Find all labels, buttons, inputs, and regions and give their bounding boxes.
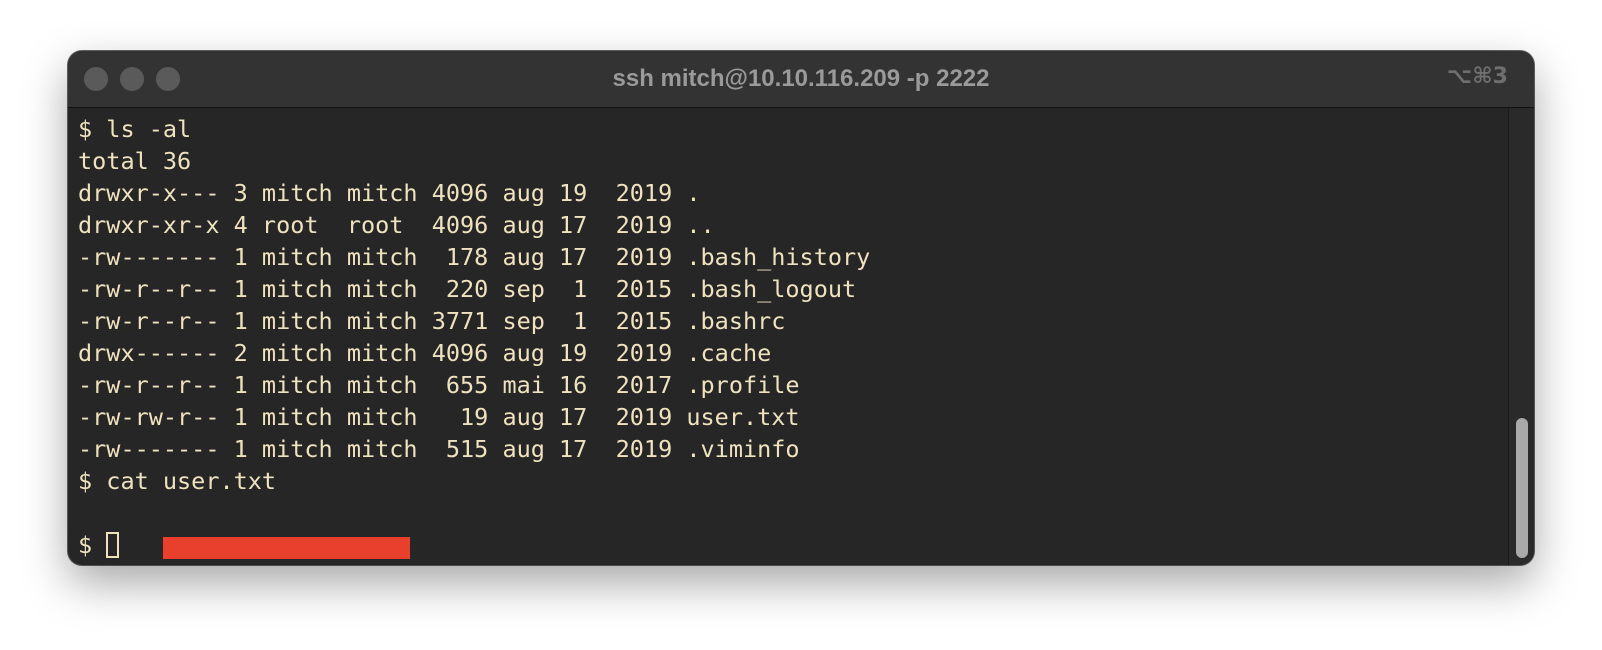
terminal-line: -rw------- 1 mitch mitch 178 aug 17 2019…	[78, 243, 871, 271]
scrollbar-thumb[interactable]	[1516, 418, 1528, 558]
cursor-block	[106, 532, 120, 558]
window-shortcut-label: ⌥⌘3	[1446, 64, 1508, 89]
redacted-line	[78, 497, 1478, 559]
terminal-line: drwxr-xr-x 4 root root 4096 aug 17 2019 …	[78, 211, 715, 239]
terminal-line: -rw------- 1 mitch mitch 515 aug 17 2019…	[78, 435, 800, 463]
terminal-line: -rw-r--r-- 1 mitch mitch 220 sep 1 2015 …	[78, 275, 857, 303]
terminal-window: ssh mitch@10.10.116.209 -p 2222 ⌥⌘3 $ ls…	[68, 51, 1534, 565]
window-title: ssh mitch@10.10.116.209 -p 2222	[612, 65, 990, 92]
terminal-line: -rw-r--r-- 1 mitch mitch 655 mai 16 2017…	[78, 371, 800, 399]
redaction-bar	[162, 536, 410, 559]
terminal-line: drwx------ 2 mitch mitch 4096 aug 19 201…	[78, 339, 772, 367]
scrollbar-track[interactable]	[1508, 108, 1534, 565]
terminal-line: -rw-r--r-- 1 mitch mitch 3771 sep 1 2015…	[78, 307, 786, 335]
terminal-output[interactable]: $ ls -al total 36 drwxr-x--- 3 mitch mit…	[78, 113, 1478, 561]
terminal-line: drwxr-x--- 3 mitch mitch 4096 aug 19 201…	[78, 179, 701, 207]
terminal-line: $ cat user.txt	[78, 467, 277, 495]
terminal-line: $ ls -al	[78, 115, 192, 143]
title-bar[interactable]: ssh mitch@10.10.116.209 -p 2222 ⌥⌘3	[68, 51, 1534, 108]
prompt-symbol: $	[78, 531, 107, 559]
terminal-line: total 36	[78, 147, 192, 175]
terminal-line: -rw-rw-r-- 1 mitch mitch 19 aug 17 2019 …	[78, 403, 800, 431]
